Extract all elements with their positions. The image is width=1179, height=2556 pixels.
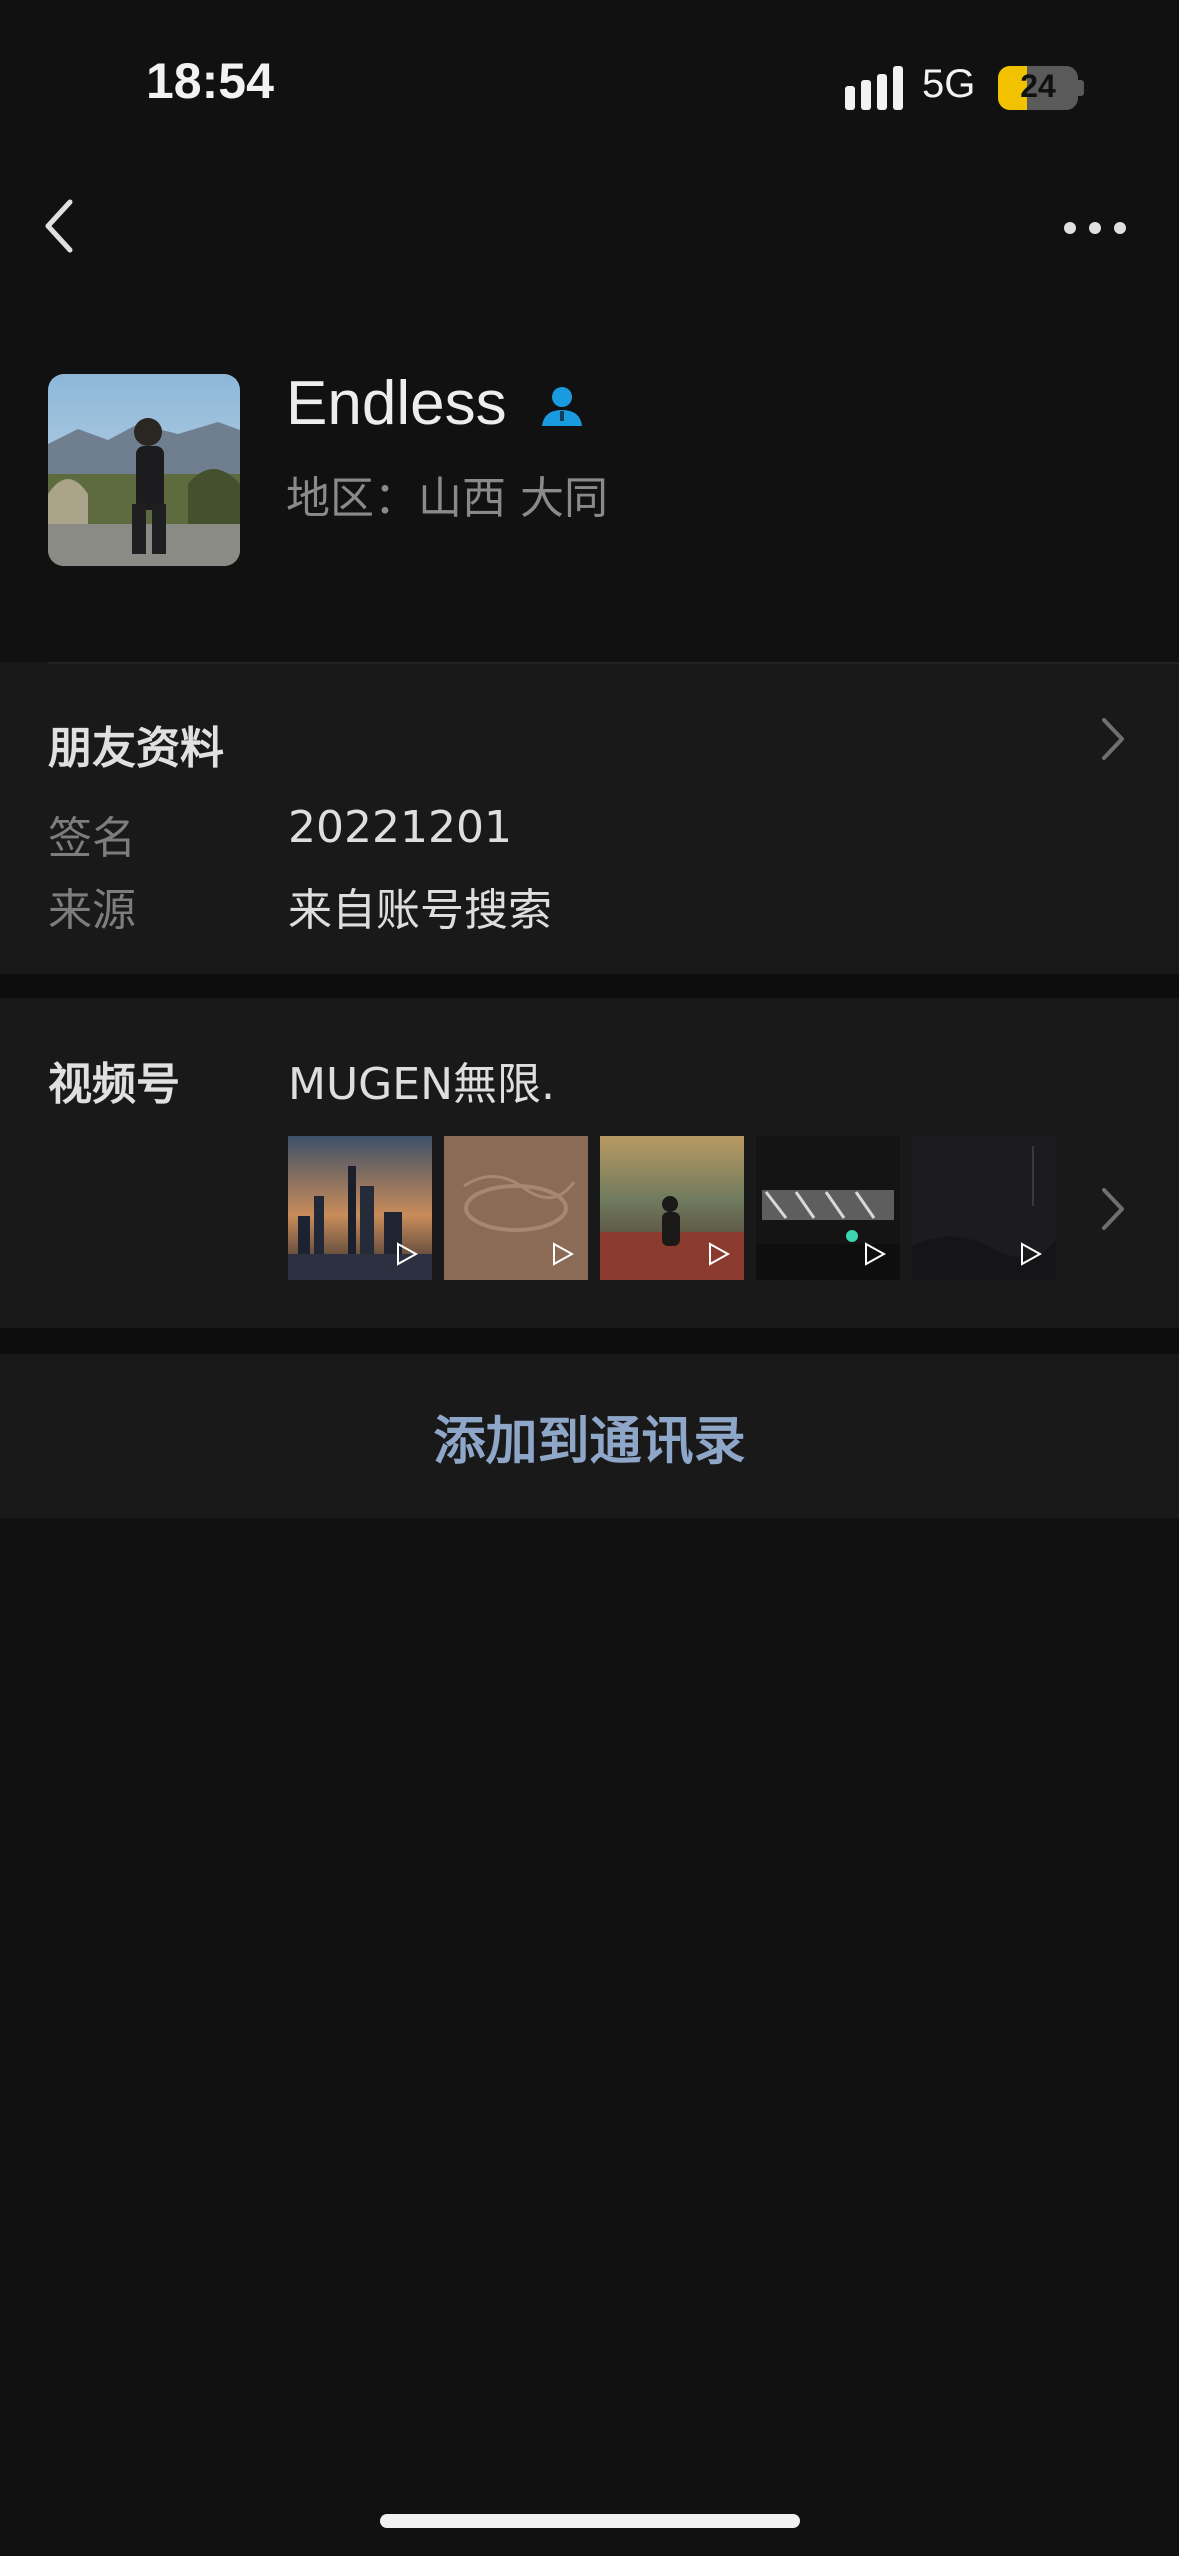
channel-thumbnail[interactable] bbox=[444, 1136, 588, 1280]
signature-label: 签名 bbox=[48, 813, 136, 864]
play-icon bbox=[397, 1242, 418, 1266]
signal-icon bbox=[845, 66, 903, 110]
home-indicator[interactable] bbox=[380, 2514, 800, 2528]
divider bbox=[48, 662, 1179, 664]
profile-region: 地区：山西 大同 bbox=[286, 473, 608, 524]
channels-label: 视频号 bbox=[48, 1059, 180, 1110]
profile-name: Endless bbox=[286, 369, 507, 438]
friend-info-title[interactable]: 朋友资料 bbox=[48, 712, 224, 776]
play-icon bbox=[865, 1242, 886, 1266]
battery-icon: 24 bbox=[998, 66, 1078, 110]
friend-info-section bbox=[0, 662, 1179, 974]
add-to-contacts-button[interactable]: 添加到通讯录 bbox=[0, 1354, 1179, 1518]
battery-percent: 24 bbox=[1020, 68, 1056, 104]
channels-name: MUGEN無限. bbox=[288, 1059, 555, 1110]
source-value: 来自账号搜索 bbox=[288, 885, 552, 936]
more-dots-icon[interactable] bbox=[1060, 208, 1130, 248]
signature-value: 20221201 bbox=[288, 802, 512, 853]
play-icon bbox=[709, 1242, 730, 1266]
play-icon bbox=[1021, 1242, 1042, 1266]
contact-badge-icon bbox=[542, 387, 582, 426]
back-arrow-icon[interactable] bbox=[40, 196, 80, 256]
section-gap bbox=[0, 1328, 1179, 1354]
status-time: 18:54 bbox=[146, 53, 274, 109]
avatar[interactable] bbox=[48, 374, 240, 566]
chevron-right-icon[interactable] bbox=[1100, 716, 1126, 762]
channel-thumbnail[interactable] bbox=[288, 1136, 432, 1280]
channel-thumbnail[interactable] bbox=[912, 1136, 1056, 1280]
section-gap bbox=[0, 974, 1179, 998]
battery-tip bbox=[1078, 80, 1084, 96]
network-type: 5G bbox=[922, 62, 976, 106]
chevron-right-icon[interactable] bbox=[1100, 1186, 1126, 1232]
add-to-contacts-label: 添加到通讯录 bbox=[433, 1411, 746, 1472]
channel-thumbnail[interactable] bbox=[756, 1136, 900, 1280]
play-icon bbox=[553, 1242, 574, 1266]
source-label: 来源 bbox=[48, 885, 136, 936]
channel-thumbnail[interactable] bbox=[600, 1136, 744, 1280]
